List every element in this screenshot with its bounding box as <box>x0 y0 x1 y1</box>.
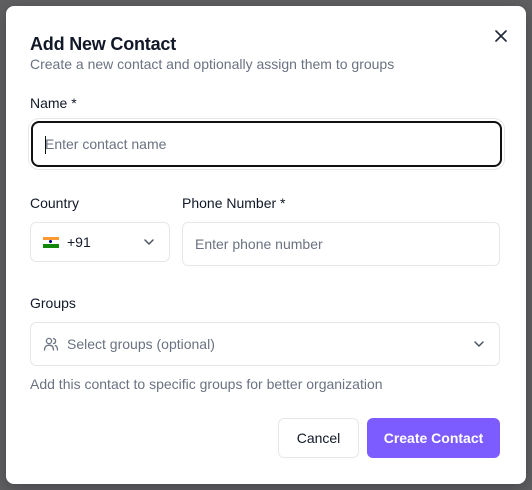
country-code-value: +91 <box>67 234 91 250</box>
country-label: Country <box>30 195 80 211</box>
india-flag-icon <box>43 236 59 248</box>
groups-helper-text: Add this contact to specific groups for … <box>30 376 383 392</box>
phone-input[interactable] <box>183 223 499 265</box>
dialog-subtitle: Create a new contact and optionally assi… <box>30 56 395 72</box>
name-label: Name * <box>30 95 77 111</box>
chevron-down-icon <box>144 239 154 245</box>
phone-label: Phone Number * <box>182 195 286 211</box>
chevron-down-icon <box>474 341 484 347</box>
name-input[interactable] <box>33 123 500 165</box>
users-icon <box>43 337 59 351</box>
name-field-wrapper <box>31 121 502 167</box>
create-contact-button[interactable]: Create Contact <box>367 418 500 458</box>
add-contact-dialog: Add New Contact Create a new contact and… <box>6 6 526 484</box>
groups-select[interactable]: Select groups (optional) <box>30 322 500 366</box>
country-code-select[interactable]: +91 <box>30 222 170 262</box>
close-button[interactable] <box>492 27 510 45</box>
groups-label: Groups <box>30 295 76 311</box>
x-icon <box>495 30 507 42</box>
dialog-title: Add New Contact <box>30 34 177 54</box>
groups-placeholder: Select groups (optional) <box>67 336 215 352</box>
text-caret <box>45 136 46 154</box>
phone-field-wrapper <box>182 222 500 266</box>
cancel-button[interactable]: Cancel <box>278 418 359 458</box>
